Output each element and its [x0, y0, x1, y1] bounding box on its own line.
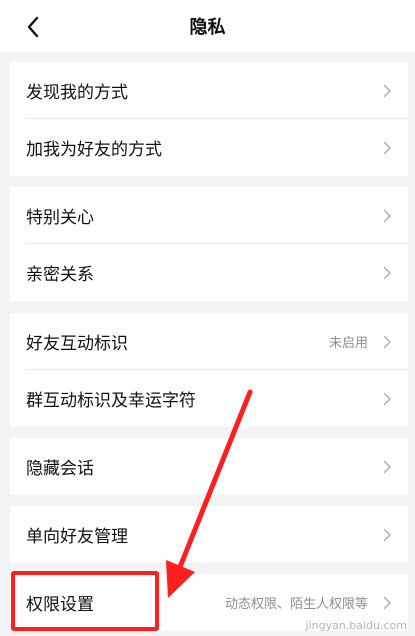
setting-row-discover-me[interactable]: 发现我的方式 [10, 62, 408, 119]
setting-row-hidden-chats[interactable]: 隐藏会话 [10, 438, 408, 495]
setting-row-group-interaction[interactable]: 群互动标识及幸运字符 [10, 370, 408, 427]
annotation-highlight-box [11, 571, 159, 631]
top-bar: 隐私 [0, 0, 415, 52]
setting-label: 加我为好友的方式 [26, 140, 162, 160]
settings-group-interaction: 好友互动标识 未启用 群互动标识及幸运字符 [10, 313, 408, 427]
setting-row-intimate[interactable]: 亲密关系 [10, 244, 408, 301]
setting-label: 特别关心 [26, 208, 94, 228]
setting-label: 亲密关系 [26, 265, 94, 285]
chevron-right-icon [382, 459, 392, 474]
setting-label: 隐藏会话 [26, 459, 94, 479]
setting-label: 单向好友管理 [26, 527, 128, 547]
setting-row-special-care[interactable]: 特别关心 [10, 187, 408, 244]
setting-value: 未启用 [328, 336, 368, 351]
setting-label: 发现我的方式 [26, 83, 128, 103]
chevron-right-icon [382, 595, 392, 610]
setting-row-add-friend[interactable]: 加我为好友的方式 [10, 119, 408, 176]
settings-group-one-way: 单向好友管理 [10, 506, 408, 563]
chevron-right-icon [382, 83, 392, 98]
page-title: 隐私 [189, 17, 226, 38]
chevron-right-icon [382, 391, 392, 406]
chevron-right-icon [382, 208, 392, 223]
watermark: jingyan.baidu.com [305, 619, 407, 632]
setting-row-friend-interaction[interactable]: 好友互动标识 未启用 [10, 313, 408, 370]
setting-label: 群互动标识及幸运字符 [26, 391, 196, 411]
setting-value: 动态权限、陌生人权限等 [224, 597, 368, 612]
chevron-right-icon [382, 527, 392, 542]
chevron-right-icon [382, 265, 392, 280]
settings-group-relations: 特别关心 亲密关系 [10, 187, 408, 301]
chevron-right-icon [382, 334, 392, 349]
setting-row-one-way-friends[interactable]: 单向好友管理 [10, 506, 408, 563]
chevron-right-icon [382, 140, 392, 155]
settings-group-hidden: 隐藏会话 [10, 438, 408, 495]
settings-group-discovery: 发现我的方式 加我为好友的方式 [10, 62, 408, 176]
setting-label: 好友互动标识 [26, 334, 128, 354]
